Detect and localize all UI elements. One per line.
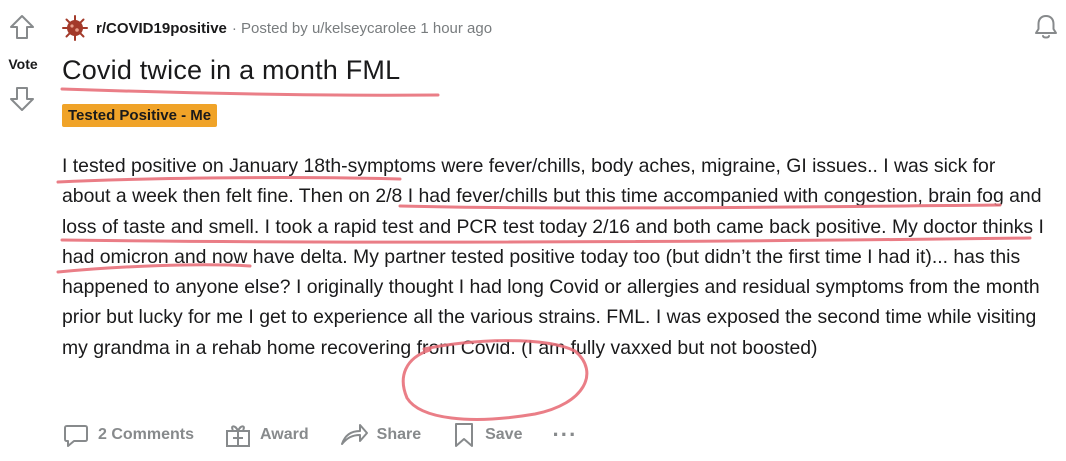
more-icon[interactable]: ··· — [552, 422, 577, 448]
vote-column: Vote — [0, 0, 46, 461]
share-button[interactable]: Share — [339, 421, 421, 449]
post-flair[interactable]: Tested Positive - Me — [62, 104, 218, 127]
action-bar: 2 Comments Award Share Save ··· — [62, 416, 577, 454]
save-button[interactable]: Save — [451, 421, 522, 449]
share-label: Share — [376, 426, 422, 443]
comments-button[interactable]: 2 Comments — [62, 421, 194, 449]
author-link[interactable]: u/kelseycarolee — [312, 20, 416, 37]
posted-by: · Posted by u/kelseycarolee 1 hour ago — [232, 20, 492, 37]
share-icon — [340, 424, 368, 445]
post-body: I tested positive on January 18th-sympto… — [62, 151, 1047, 363]
post-time: 1 hour ago — [420, 19, 493, 37]
save-label: Save — [485, 426, 523, 443]
bell-icon[interactable] — [1031, 12, 1061, 42]
title-underline — [60, 87, 440, 97]
downvote-arrow-icon[interactable] — [9, 86, 35, 112]
subreddit-link[interactable]: r/COVID19positive — [96, 20, 227, 37]
save-icon — [455, 423, 474, 447]
posted-by-prefix: · Posted by — [231, 19, 308, 37]
post-title[interactable]: Covid twice in a month FML — [62, 55, 400, 86]
comment-icon — [64, 425, 88, 447]
subreddit-icon[interactable] — [62, 15, 88, 41]
award-label: Award — [260, 426, 309, 443]
award-icon — [226, 425, 251, 447]
post-meta: r/COVID19positive · Posted by u/kelseyca… — [62, 14, 492, 42]
award-button[interactable]: Award — [224, 421, 309, 449]
vote-label: Vote — [8, 56, 38, 72]
upvote-arrow-icon[interactable] — [9, 14, 35, 40]
comments-label: 2 Comments — [98, 426, 195, 443]
post-body-text: I tested positive on January 18th-sympto… — [62, 155, 1044, 359]
